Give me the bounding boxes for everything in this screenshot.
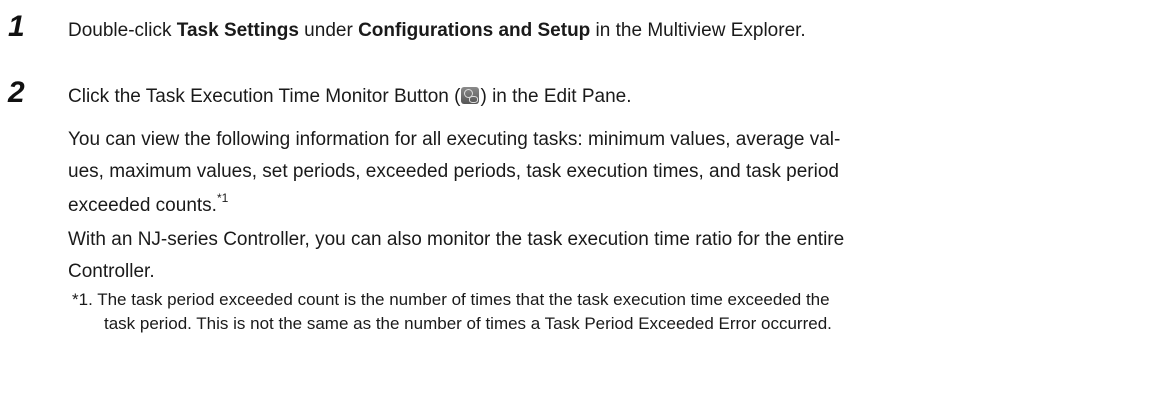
step-2-text-post: ) in the Edit Pane. (480, 86, 632, 107)
footnote-marker: *1. (72, 290, 93, 309)
step-1-text-mid: under (298, 20, 359, 41)
step-2-para1-line-3: exceeded counts.*1 (68, 190, 229, 218)
footnote-line-1: *1. The task period exceeded count is th… (72, 289, 830, 311)
step-1-number: 1 (8, 10, 25, 43)
footnote-line-2: task period. This is not the same as the… (104, 314, 832, 333)
footnote-text-1: The task period exceeded count is the nu… (97, 290, 830, 309)
step-1-text-pre: Double-click (68, 20, 177, 41)
task-settings-label: Task Settings (176, 20, 299, 41)
configurations-and-setup-label: Configurations and Setup (358, 20, 591, 41)
step-2-text-pre: Click the Task Execution Time Monitor Bu… (68, 86, 461, 107)
step-2-para2-line-2: Controller. (68, 261, 155, 282)
step-2-para1-line-2: ues, maximum values, set periods, exceed… (68, 161, 839, 182)
step-2-para2-line-1: With an NJ-series Controller, you can al… (68, 229, 845, 250)
footnote-reference: *1 (216, 190, 229, 205)
step-2-para1-line-3-text: exceeded counts. (68, 195, 217, 216)
step-2-number: 2 (8, 76, 25, 109)
step-2-para1-line-1: You can view the following information f… (68, 129, 841, 150)
step-1-text: Double-click Task Settings under Configu… (68, 19, 806, 43)
step-1-text-post: in the Multiview Explorer. (590, 20, 806, 41)
task-execution-time-monitor-icon (461, 87, 480, 104)
step-2-text: Click the Task Execution Time Monitor Bu… (68, 85, 632, 109)
